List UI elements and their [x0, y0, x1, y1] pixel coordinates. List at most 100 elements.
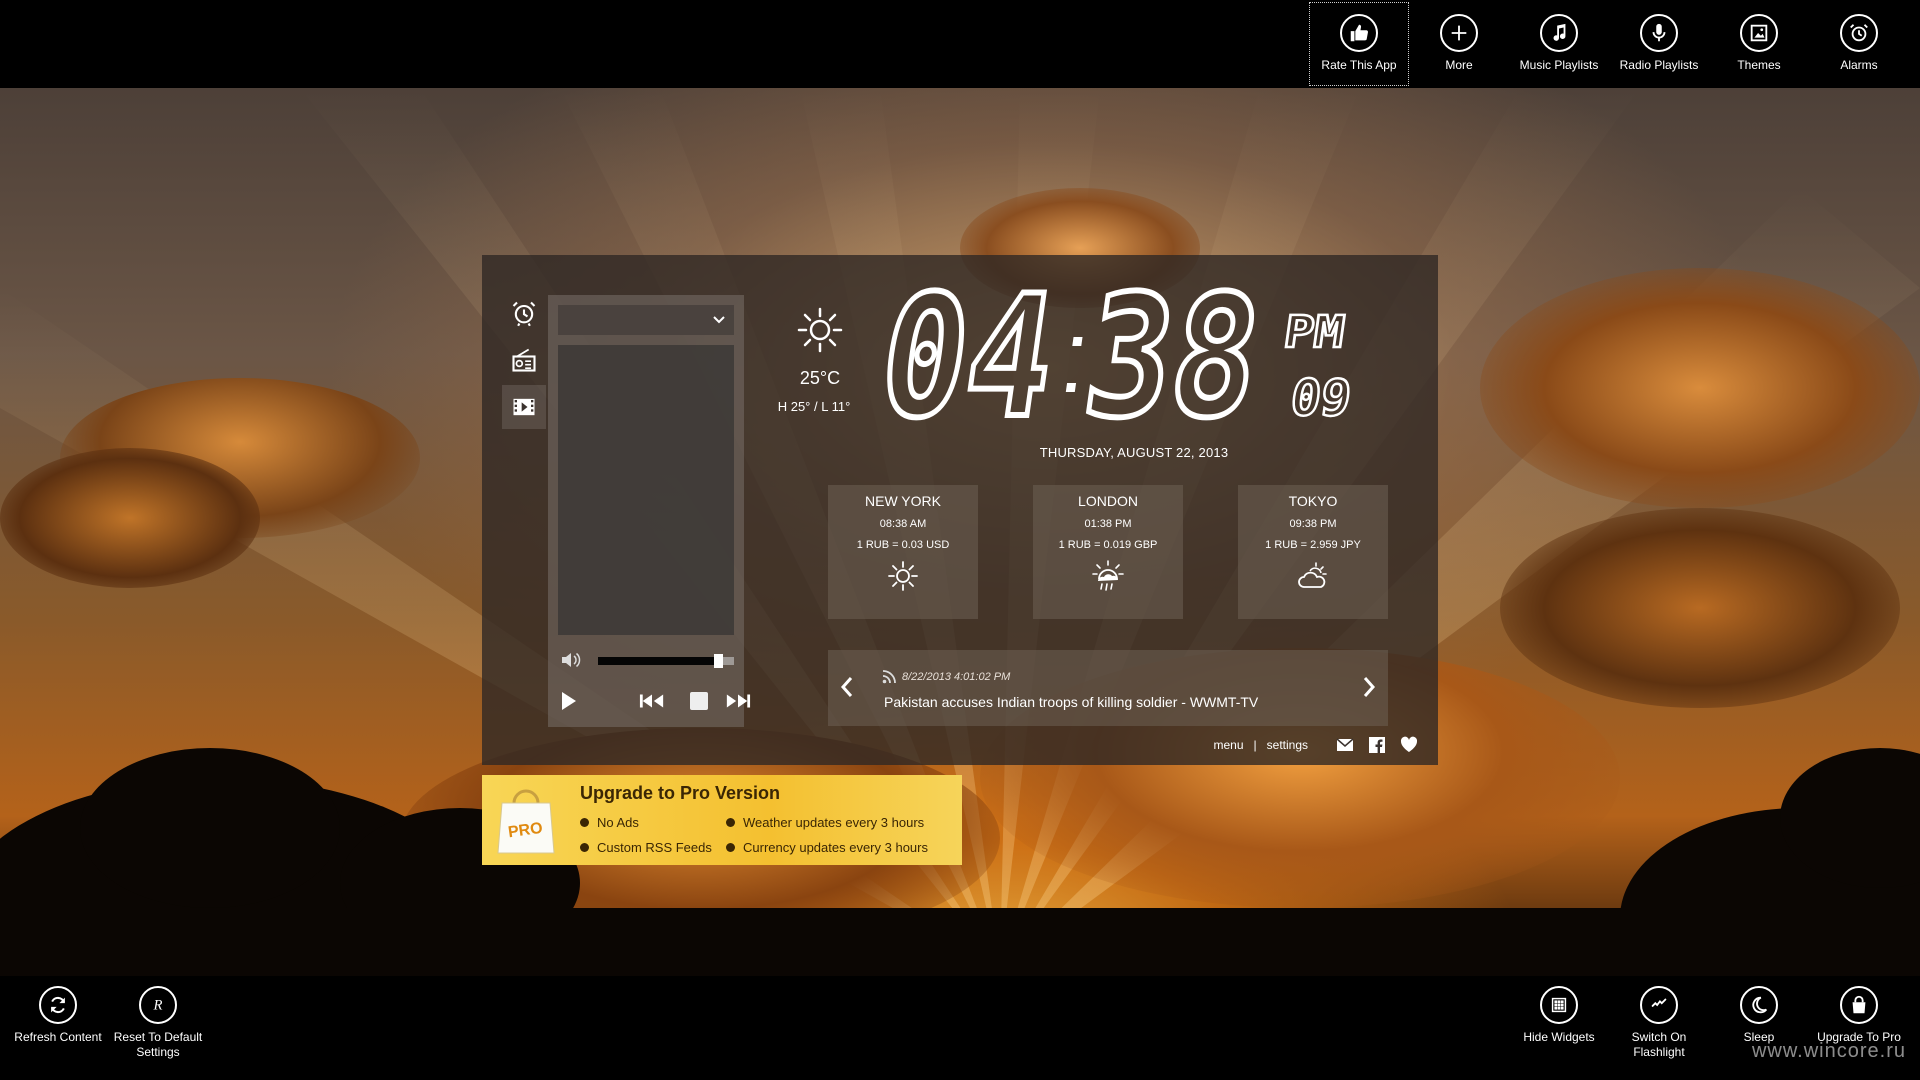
radio-icon	[512, 348, 536, 372]
volume-thumb[interactable]	[713, 654, 723, 668]
promo-feature: No Ads	[580, 815, 639, 830]
clock-seconds: 09	[1287, 368, 1355, 427]
promo-feature: Custom RSS Feeds	[580, 840, 712, 855]
music-playlists-label: Music Playlists	[1519, 58, 1599, 72]
video-screen[interactable]	[558, 345, 734, 635]
tab-video[interactable]	[502, 385, 546, 429]
reset-default-settings-button[interactable]: R Reset To Default Settings	[108, 986, 208, 1076]
skip-back-icon	[639, 694, 664, 708]
more-label: More	[1445, 58, 1473, 72]
themes-button[interactable]: Themes	[1709, 2, 1809, 86]
link-separator: |	[1253, 738, 1257, 752]
bottom-app-bar: Refresh Content R Reset To Default Setti…	[0, 976, 1920, 1080]
sun-icon	[797, 307, 843, 353]
refresh-content-button[interactable]: Refresh Content	[8, 986, 108, 1076]
mail-icon[interactable]	[1336, 736, 1354, 754]
shopping-bag-icon	[1840, 986, 1878, 1024]
heart-icon[interactable]	[1400, 736, 1418, 754]
rss-icon	[882, 670, 896, 684]
play-icon	[562, 692, 576, 710]
clock-minutes: 38	[1074, 259, 1272, 455]
rate-this-app-button[interactable]: Rate This App	[1309, 2, 1409, 86]
currency-rate: 1 RUB = 2.959 JPY	[1265, 539, 1361, 551]
panel-links: menu | settings	[1213, 738, 1308, 752]
chevron-right-icon[interactable]	[1358, 674, 1380, 700]
temperature: 25°C	[799, 368, 841, 388]
alarms-label: Alarms	[1840, 58, 1878, 72]
currency-rate: 1 RUB = 0.03 USD	[856, 539, 950, 551]
sun-rain-icon	[1092, 560, 1124, 591]
clock-colon	[1065, 337, 1083, 392]
reset-default-settings-label: Reset To Default Settings	[113, 1030, 203, 1059]
playlist-dropdown[interactable]	[558, 305, 734, 335]
picture-icon	[1740, 14, 1778, 52]
media-player	[548, 295, 751, 727]
music-note-icon	[1540, 14, 1578, 52]
svg-text:R: R	[153, 998, 163, 1014]
promo-title: Upgrade to Pro Version	[580, 783, 781, 803]
cloud-sun-icon	[1298, 562, 1327, 588]
switch-on-flashlight-button[interactable]: Switch On Flashlight	[1609, 986, 1709, 1076]
settings-link[interactable]: settings	[1267, 738, 1308, 752]
news-headline[interactable]: Pakistan accuses Indian troops of killin…	[884, 694, 1258, 710]
clock-hours: 04	[869, 259, 1067, 455]
flashlight-icon	[1640, 986, 1678, 1024]
city-card-london: LONDON 01:38 PM 1 RUB = 0.019 GBP	[1033, 485, 1183, 619]
music-playlists-button[interactable]: Music Playlists	[1509, 2, 1609, 86]
skip-forward-icon	[726, 694, 751, 708]
upgrade-pro-banner[interactable]: PRO Upgrade to Pro Version No Ads Weathe…	[482, 775, 962, 865]
menu-link[interactable]: menu	[1213, 738, 1243, 752]
chevron-down-icon	[713, 316, 725, 324]
reset-icon: R	[139, 986, 177, 1024]
tab-radio[interactable]	[502, 338, 546, 382]
themes-label: Themes	[1737, 58, 1781, 72]
speaker-icon[interactable]	[560, 650, 582, 670]
current-date: THURSDAY, AUGUST 22, 2013	[1039, 445, 1229, 460]
news-ticker: 8/22/2013 4:01:02 PM Pakistan accuses In…	[828, 650, 1388, 726]
city-time: 01:38 PM	[1084, 518, 1132, 530]
stop-button[interactable]	[688, 689, 710, 713]
currency-rate: 1 RUB = 0.019 GBP	[1058, 539, 1158, 551]
volume-fill	[598, 657, 718, 665]
news-timestamp: 8/22/2013 4:01:02 PM	[902, 671, 1011, 683]
chevron-left-icon[interactable]	[836, 674, 858, 700]
plus-icon	[1440, 14, 1478, 52]
tab-alarm[interactable]	[502, 291, 546, 335]
city-name: LONDON	[1078, 493, 1138, 509]
hide-widgets-button[interactable]: Hide Widgets	[1509, 986, 1609, 1076]
city-name: TOKYO	[1288, 493, 1338, 509]
microphone-icon	[1640, 14, 1678, 52]
clock-widget-panel: 25°C H 25° / L 11° 04 38 PM 09 THURSDAY,…	[482, 255, 1438, 765]
rate-this-app-label: Rate This App	[1321, 58, 1397, 72]
more-button[interactable]: More	[1409, 2, 1509, 86]
city-name: NEW YORK	[865, 493, 941, 509]
alarm-clock-icon	[512, 301, 536, 327]
city-card-tokyo: TOKYO 09:38 PM 1 RUB = 2.959 JPY	[1238, 485, 1388, 619]
next-button[interactable]	[724, 689, 752, 713]
film-icon	[513, 398, 535, 416]
digital-clock: 04 38 PM 09	[866, 256, 1412, 458]
play-button[interactable]	[558, 689, 580, 713]
refresh-content-label: Refresh Content	[14, 1030, 102, 1044]
alarms-button[interactable]: Alarms	[1809, 2, 1909, 86]
widgets-icon	[1540, 986, 1578, 1024]
radio-playlists-label: Radio Playlists	[1619, 58, 1699, 72]
radio-playlists-button[interactable]: Radio Playlists	[1609, 2, 1709, 86]
previous-button[interactable]	[638, 689, 666, 713]
moon-icon	[1740, 986, 1778, 1024]
high-low-temperature: H 25° / L 11°	[777, 399, 851, 414]
stop-icon	[690, 692, 708, 710]
thumbs-up-icon	[1340, 14, 1378, 52]
sun-icon	[888, 561, 918, 591]
current-weather: 25°C H 25° / L 11°	[778, 305, 860, 414]
switch-on-flashlight-label: Switch On Flashlight	[1631, 1030, 1687, 1059]
facebook-icon[interactable]	[1368, 736, 1386, 754]
promo-feature: Weather updates every 3 hours	[726, 815, 924, 830]
city-time: 09:38 PM	[1289, 518, 1337, 530]
volume-slider[interactable]	[598, 654, 734, 668]
refresh-icon	[39, 986, 77, 1024]
clock-ampm: PM	[1281, 307, 1348, 358]
widget-tabs	[502, 291, 546, 432]
top-app-bar: Rate This App More Music Playlists Radio…	[0, 0, 1920, 88]
city-card-new-york: NEW YORK 08:38 AM 1 RUB = 0.03 USD	[828, 485, 978, 619]
